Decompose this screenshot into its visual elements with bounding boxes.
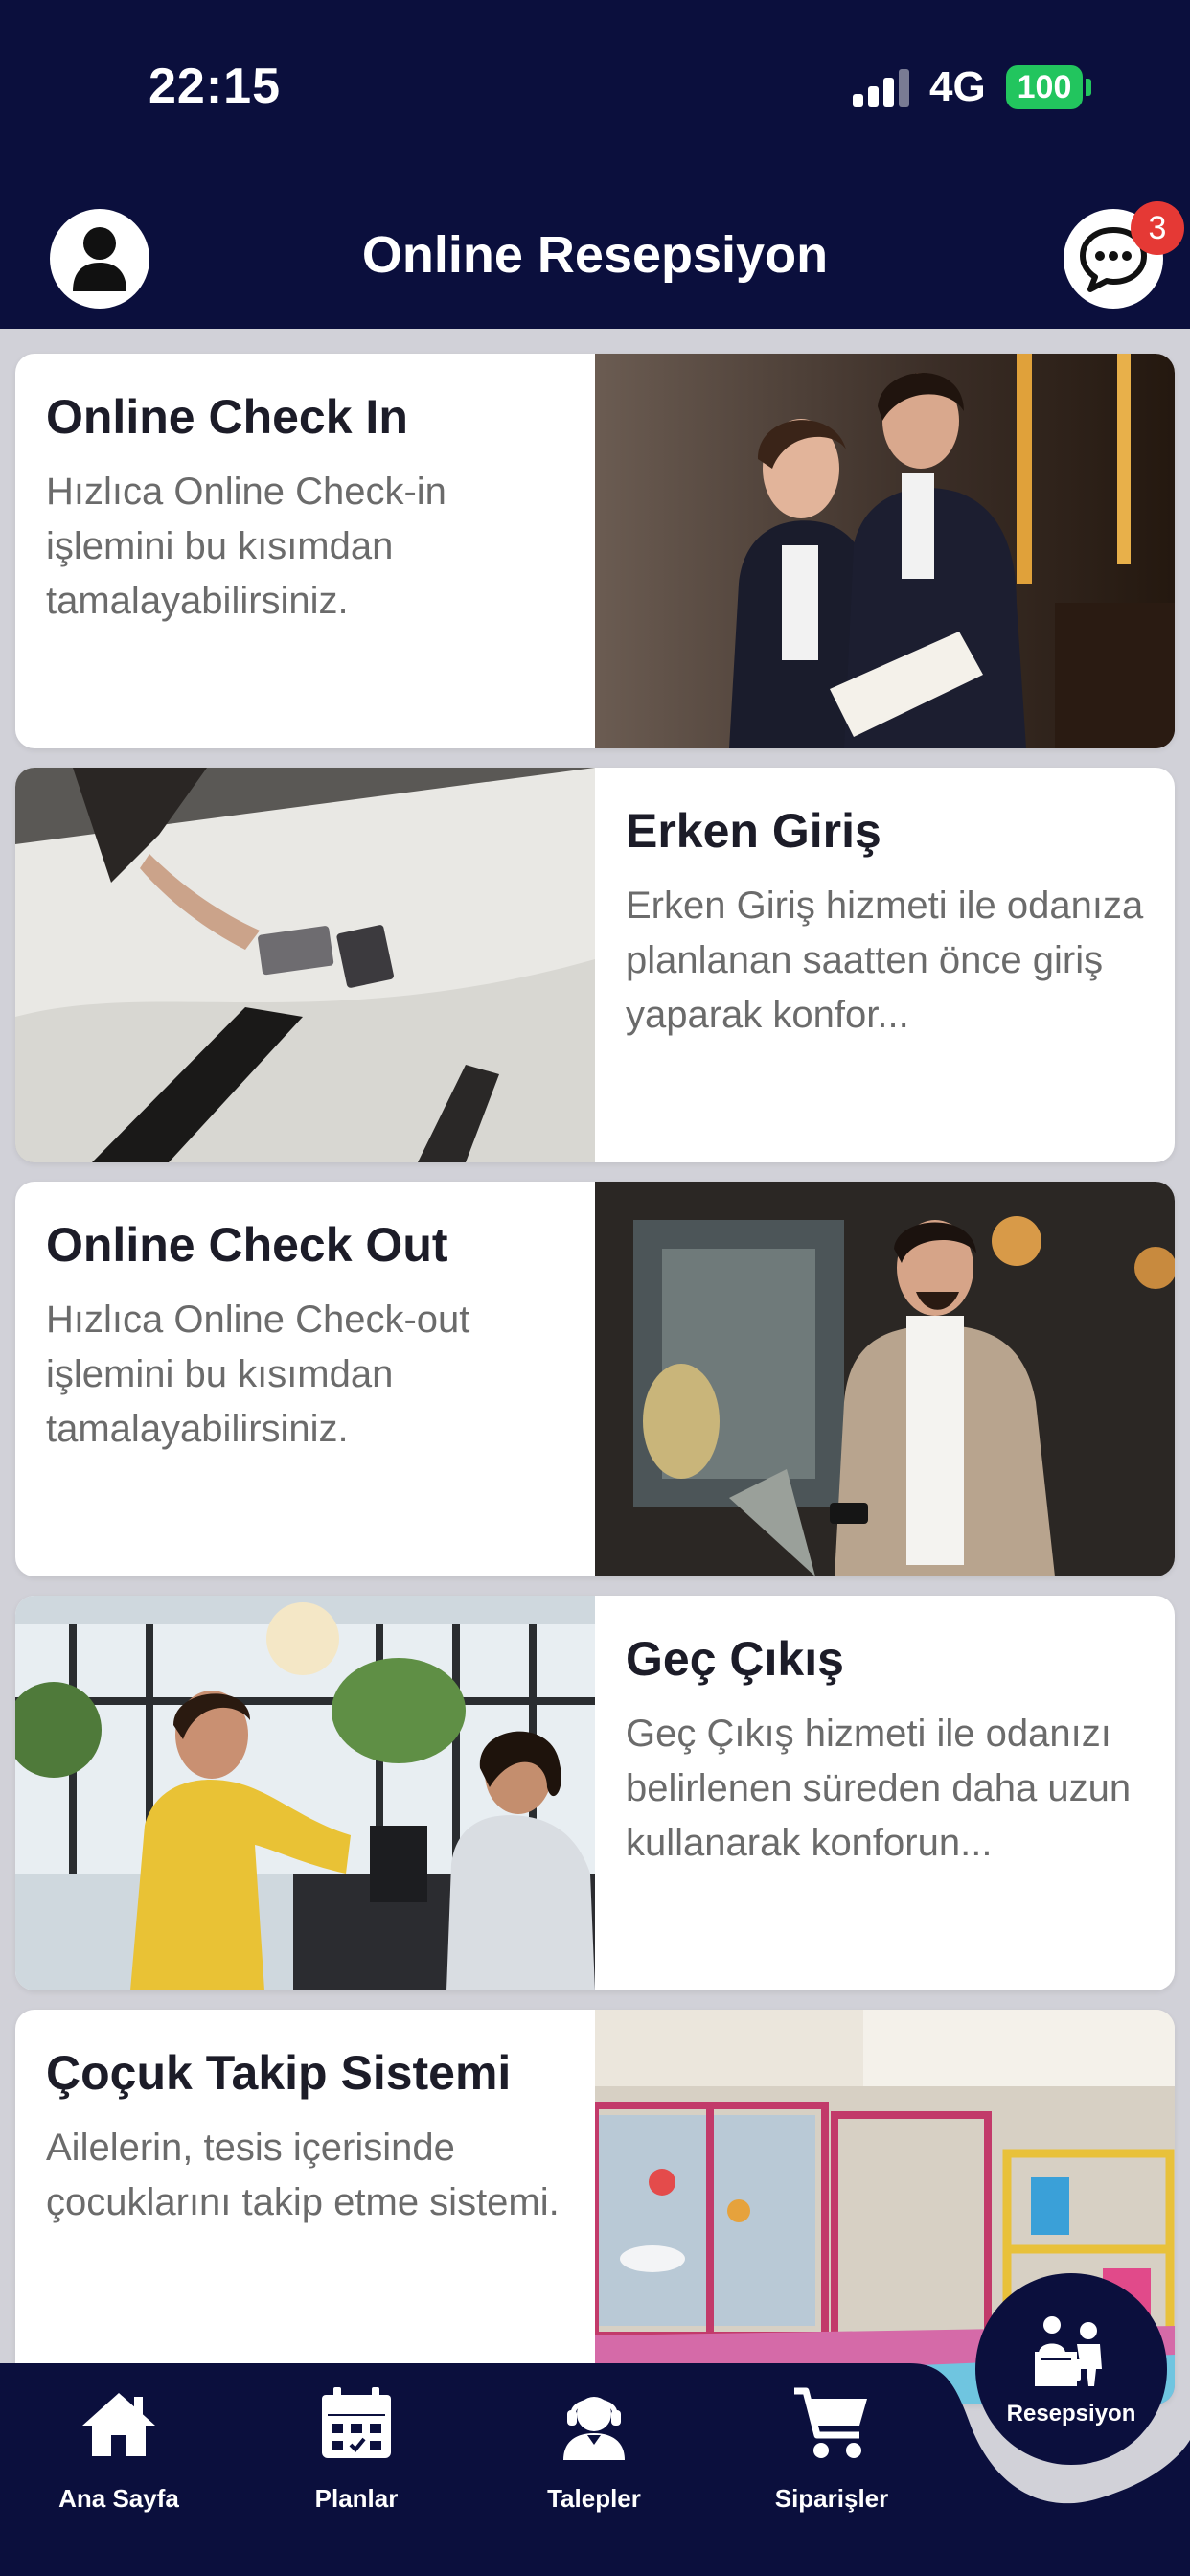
card-text: Online Check In Hızlıca Online Check-in … [15, 354, 595, 748]
notification-badge: 3 [1131, 201, 1184, 255]
card-description: Geç Çıkış hizmeti ile odanızı belirlenen… [626, 1713, 1132, 1864]
nav-item-home[interactable]: Ana Sayfa [33, 2382, 205, 2574]
network-label: 4G [929, 63, 986, 110]
card-image-businessman-phone [595, 1182, 1175, 1576]
card-image-front-desk [15, 1596, 595, 1990]
reception-icon [1033, 2312, 1110, 2393]
card-title: Geç Çıkış [626, 1632, 844, 1686]
card-late-check-out[interactable]: Geç Çıkış Geç Çıkış hizmeti ile odanızı … [15, 1596, 1175, 1990]
nav-label: Ana Sayfa [58, 2484, 179, 2513]
nav-item-reception[interactable]: Resepsiyon [975, 2273, 1167, 2465]
nav-label: Siparişler [774, 2484, 889, 2513]
card-title: Erken Giriş [626, 804, 881, 858]
nav-item-plans[interactable]: Planlar [270, 2382, 443, 2574]
signal-icon [853, 67, 912, 107]
nav-label: Planlar [314, 2484, 399, 2513]
card-text: Online Check Out Hızlıca Online Check-ou… [15, 1182, 595, 1576]
card-image-reception-staff [595, 354, 1175, 748]
card-text: Erken Giriş Erken Giriş hizmeti ile odan… [595, 768, 1175, 1162]
nav-label: Resepsiyon [1006, 2400, 1136, 2426]
home-icon [78, 2382, 160, 2465]
page-title: Online Resepsiyon [361, 226, 829, 284]
battery-tip [1086, 79, 1091, 96]
nav-item-orders[interactable]: Siparişler [745, 2382, 918, 2574]
nav-item-requests[interactable]: Talepler [508, 2382, 680, 2574]
card-text: Çoçuk Takip Sistemi Ailelerin, tesis içe… [15, 2010, 595, 2404]
card-early-check-in[interactable]: Erken Giriş Erken Giriş hizmeti ile odan… [15, 768, 1175, 1162]
nav-label: Talepler [547, 2484, 641, 2513]
calendar-icon [315, 2382, 398, 2465]
card-title: Çoçuk Takip Sistemi [46, 2046, 512, 2100]
card-online-check-in[interactable]: Online Check In Hızlıca Online Check-in … [15, 354, 1175, 748]
card-description: Hızlıca Online Check-in işlemini bu kısı… [46, 471, 446, 622]
card-title: Online Check Out [46, 1218, 448, 1272]
card-online-check-out[interactable]: Online Check Out Hızlıca Online Check-ou… [15, 1182, 1175, 1576]
card-title: Online Check In [46, 390, 408, 444]
card-description: Hızlıca Online Check-out işlemini bu kıs… [46, 1299, 470, 1450]
status-time: 22:15 [149, 58, 281, 114]
cart-icon [790, 2382, 873, 2465]
support-agent-icon [553, 2382, 635, 2465]
card-description: Erken Giriş hizmeti ile odanıza planlana… [626, 885, 1144, 1036]
card-description: Ailelerin, tesis içerisinde çocuklarını … [46, 2127, 560, 2223]
card-image-bed-keycard [15, 768, 595, 1162]
app-header: 22:15 4G 100 Online Resepsiyon 3 [0, 0, 1190, 329]
card-text: Geç Çıkış Geç Çıkış hizmeti ile odanızı … [595, 1596, 1175, 1990]
battery-icon: 100 [1006, 65, 1083, 109]
